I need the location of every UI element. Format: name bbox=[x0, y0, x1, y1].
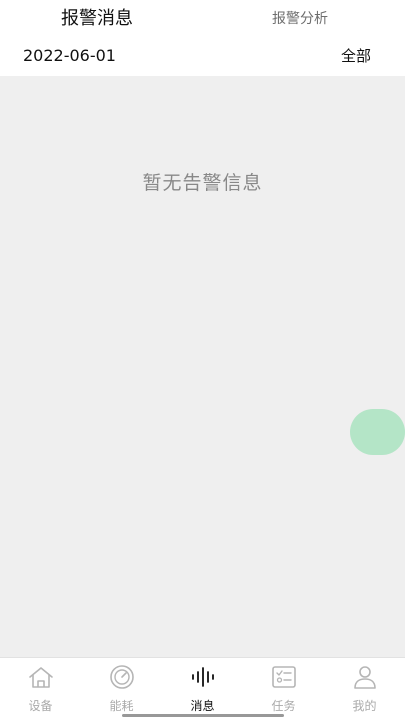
home-indicator bbox=[122, 714, 284, 717]
waveform-icon bbox=[188, 664, 218, 690]
home-icon bbox=[26, 664, 56, 690]
user-icon bbox=[350, 664, 380, 690]
checklist-icon bbox=[269, 664, 299, 690]
nav-item-devices[interactable]: 设备 bbox=[0, 658, 81, 720]
tab-alarm-analysis[interactable]: 报警分析 bbox=[272, 6, 328, 32]
empty-state-message: 暂无告警信息 bbox=[142, 172, 263, 194]
filter-all[interactable]: 全部 bbox=[341, 44, 371, 68]
nav-label: 任务 bbox=[271, 699, 296, 713]
header: 报警消息 报警分析 2022-06-01 全部 bbox=[0, 0, 405, 76]
nav-item-profile[interactable]: 我的 bbox=[324, 658, 405, 720]
tab-alarm-messages[interactable]: 报警消息 bbox=[61, 6, 133, 32]
floating-action-button[interactable] bbox=[350, 409, 405, 455]
nav-label: 能耗 bbox=[109, 699, 134, 713]
nav-label: 设备 bbox=[28, 699, 53, 713]
nav-label: 我的 bbox=[352, 699, 377, 713]
nav-item-tasks[interactable]: 任务 bbox=[243, 658, 324, 720]
nav-item-energy[interactable]: 能耗 bbox=[81, 658, 162, 720]
nav-label: 消息 bbox=[190, 699, 215, 713]
bottom-nav: 设备 能耗 消息 任务 我的 bbox=[0, 657, 405, 720]
gauge-icon bbox=[107, 664, 137, 690]
nav-item-messages[interactable]: 消息 bbox=[162, 658, 243, 720]
date-selector[interactable]: 2022-06-01 bbox=[23, 44, 116, 68]
